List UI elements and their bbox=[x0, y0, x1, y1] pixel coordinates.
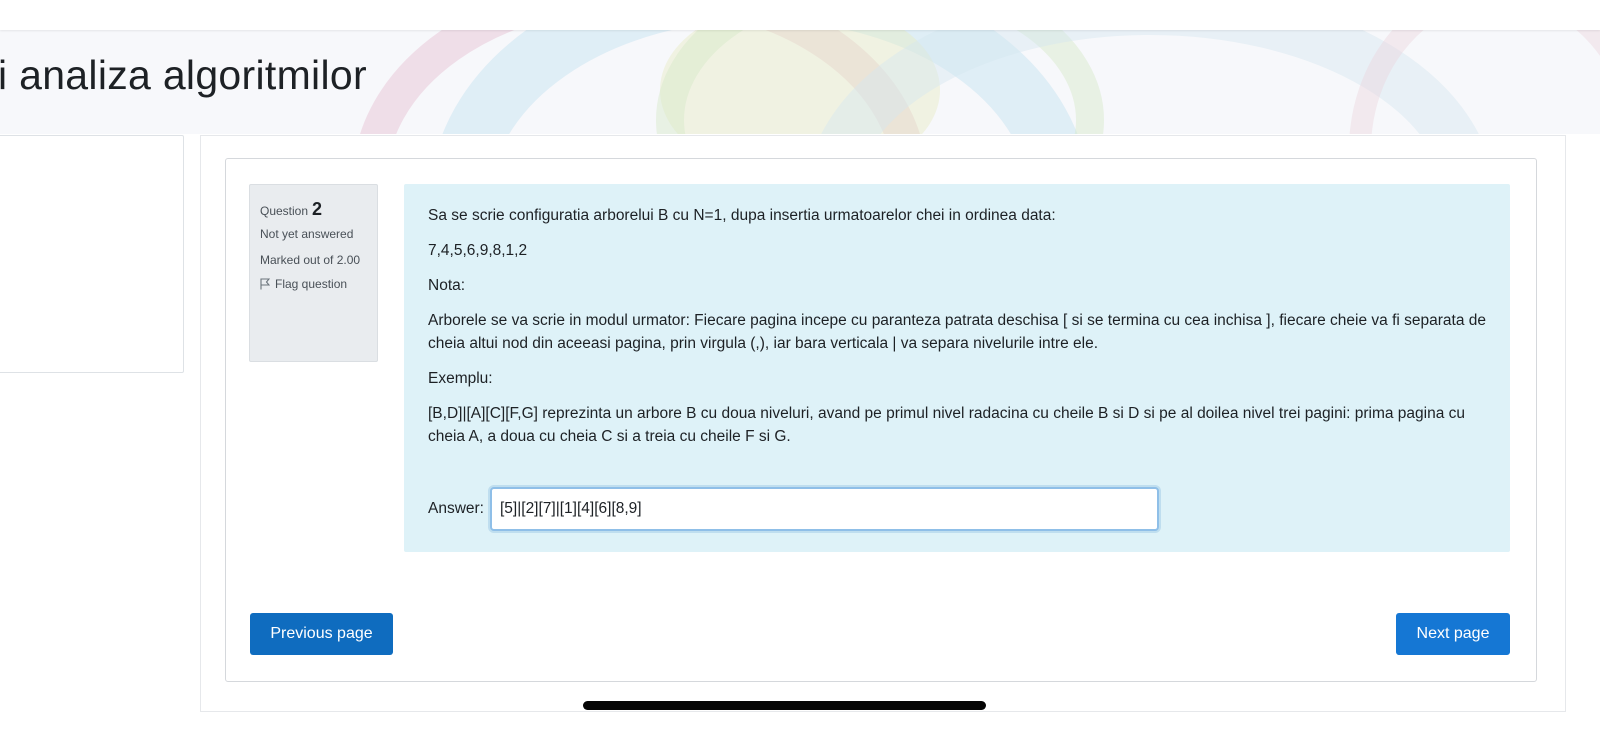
home-indicator-bar bbox=[583, 701, 986, 710]
flag-question-link[interactable]: Flag question bbox=[260, 277, 367, 291]
question-grade: Marked out of 2.00 bbox=[260, 253, 361, 267]
flag-icon bbox=[260, 278, 270, 290]
question-number-label: Question bbox=[260, 204, 309, 218]
question-keys: 7,4,5,6,9,8,1,2 bbox=[428, 242, 528, 259]
left-block-panel bbox=[0, 135, 184, 373]
answer-label: Answer: bbox=[428, 500, 484, 517]
question-content: Sa se scrie configuratia arborelui B cu … bbox=[404, 184, 1510, 552]
question-number: Question 2 bbox=[260, 199, 367, 220]
next-page-button[interactable]: Next page bbox=[1396, 613, 1510, 655]
flag-question-label: Flag question bbox=[275, 277, 348, 291]
example-text: [B,D]|[A][C][F,G] reprezinta un arbore B… bbox=[428, 405, 1466, 445]
answer-row: Answer: bbox=[428, 487, 1159, 531]
question-info-panel: Question 2 Not yet answered Marked out o… bbox=[249, 184, 378, 362]
question-number-value: 2 bbox=[312, 199, 323, 219]
question-state: Not yet answered bbox=[260, 227, 354, 241]
course-title: i analiza algoritmilor bbox=[0, 52, 367, 98]
note-text: Arborele se va scrie in modul urmator: F… bbox=[428, 312, 1486, 352]
note-heading: Nota: bbox=[428, 277, 466, 294]
top-navbar bbox=[0, 0, 1600, 30]
example-heading: Exemplu: bbox=[428, 370, 493, 387]
answer-input[interactable] bbox=[490, 487, 1159, 531]
question-prompt: Sa se scrie configuratia arborelui B cu … bbox=[428, 207, 1056, 224]
previous-page-button[interactable]: Previous page bbox=[250, 613, 393, 655]
